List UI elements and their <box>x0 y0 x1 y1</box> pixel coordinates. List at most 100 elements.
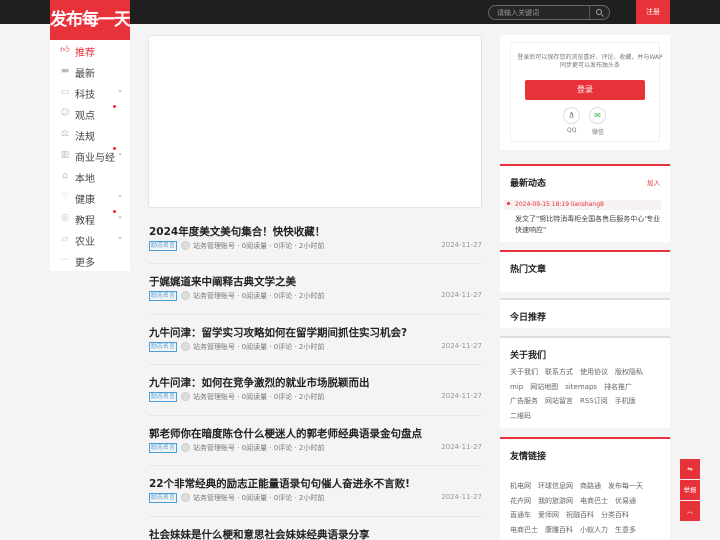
chevron-down-icon[interactable]: ⌄ <box>117 149 123 157</box>
category-sidebar: 👍︎ 推荐 ▬ 最新 ▭ 科技 ⌄ ☺ 观点 ⚖ 法规 ▥ 商业与经 ⌄ ⌂ 本… <box>50 40 130 271</box>
article-tag[interactable]: 励志名言 <box>149 443 178 453</box>
latest-heading: 最新动态 <box>510 179 547 189</box>
sidebar-item-recommend[interactable]: 👍︎ 推荐 <box>50 40 130 60</box>
friend-link[interactable]: 电商巴士 <box>580 494 608 509</box>
qq-label[interactable]: QQ <box>567 127 576 134</box>
friend-link[interactable]: 小蚁人力 <box>580 523 608 538</box>
chevron-down-icon[interactable]: ⌄ <box>117 212 123 220</box>
article-title[interactable]: 郭老师你在暗度陈仓什么梗迷人的郭老师经典语录金句盘点 <box>149 426 422 441</box>
article-item[interactable]: 九牛问津：如何在竞争激烈的就业市场脱颖而出 励志名言 站务管理账号 · 0阅读量… <box>149 375 482 425</box>
about-link[interactable]: 排名推广 <box>604 380 632 395</box>
article-date: 2024-11-27 <box>441 392 482 400</box>
friend-link[interactable]: 发布每一天 <box>608 479 643 494</box>
sidebar-item-more[interactable]: ⋯ 更多 <box>50 250 130 270</box>
friend-link[interactable]: 爱师网 <box>538 508 559 523</box>
search-box[interactable]: 请输入关键词 <box>488 5 610 20</box>
about-links: 关于我们 联系方式 使用协议 版权隐私 mip 网站地图 sitemaps 排名推广广告服务网… <box>510 365 665 423</box>
about-link[interactable]: 手机版 <box>615 394 636 409</box>
article-tag[interactable]: 励志名言 <box>149 241 178 251</box>
article-date: 2024-11-27 <box>441 443 482 451</box>
article-meta: 站务管理账号 · 0阅读量 · 0评论 · 2小时前 <box>193 393 325 401</box>
about-link[interactable]: 版权隐私 <box>615 365 643 380</box>
friend-link[interactable]: 机电网 <box>510 479 531 494</box>
about-link[interactable]: 网站留言 <box>545 394 573 409</box>
sidebar-item-opinion[interactable]: ☺ 观点 <box>50 103 130 123</box>
divider <box>149 516 482 517</box>
article-title[interactable]: 于娓娓道来中阐释古典文学之美 <box>149 274 296 289</box>
divider <box>149 415 482 416</box>
chevron-down-icon[interactable]: ⌄ <box>117 191 123 199</box>
about-link[interactable]: 联系方式 <box>545 365 573 380</box>
about-link[interactable]: 广告服务 <box>510 394 538 409</box>
friend-link[interactable]: 生意多 <box>615 523 636 538</box>
chevron-down-icon[interactable]: ⌄ <box>117 86 123 94</box>
wechat-icon[interactable]: ✉ <box>589 107 606 124</box>
friend-link[interactable]: 直通车 <box>510 508 531 523</box>
sidebar-item-law[interactable]: ⚖ 法规 <box>50 124 130 144</box>
article-meta: 站务管理账号 · 0阅读量 · 0评论 · 2小时前 <box>193 343 325 351</box>
avatar <box>181 443 190 452</box>
login-button[interactable]: 登录 <box>525 80 645 100</box>
article-title[interactable]: 22个非常经典的励志正能量语录句句催人奋进永不言败! <box>149 476 410 491</box>
search-button[interactable] <box>589 6 609 19</box>
about-link[interactable]: 使用协议 <box>580 365 608 380</box>
article-meta: 站务管理账号 · 0阅读量 · 0评论 · 2小时前 <box>193 242 325 250</box>
about-link[interactable]: 网站地图 <box>530 380 558 395</box>
wechat-label[interactable]: 微信 <box>592 127 604 136</box>
article-title[interactable]: 九牛问津：留学实习攻略如何在留学期间抓住实习机会? <box>149 325 407 340</box>
sidebar-item-tutorial[interactable]: ◎ 教程 ⌄ <box>50 208 130 228</box>
article-item[interactable]: 九牛问津：留学实习攻略如何在留学期间抓住实习机会? 励志名言 站务管理账号 · … <box>149 325 482 375</box>
article-item[interactable]: 于娓娓道来中阐释古典文学之美 励志名言 站务管理账号 · 0阅读量 · 0评论 … <box>149 274 482 324</box>
article-date: 2024-11-27 <box>441 493 482 501</box>
about-link[interactable]: 二维码 <box>510 409 531 424</box>
about-link[interactable]: sitemaps <box>565 380 597 395</box>
article-item[interactable]: 2024年度美文美句集合！快快收藏！ 励志名言 站务管理账号 · 0阅读量 · … <box>149 224 482 274</box>
friend-link[interactable]: 环球信息网 <box>538 479 573 494</box>
friend-link[interactable]: 我的旅游网 <box>538 494 573 509</box>
friend-link[interactable]: 电商巴士 <box>510 523 538 538</box>
article-tag[interactable]: 励志名言 <box>149 342 178 352</box>
article-date: 2024-11-27 <box>441 342 482 350</box>
about-link[interactable]: RSS订阅 <box>580 394 608 409</box>
friend-link[interactable]: 优易通 <box>615 494 636 509</box>
heart-icon: ♡ <box>60 192 70 202</box>
article-date: 2024-11-27 <box>441 241 482 249</box>
back-to-top-button[interactable]: ︿ <box>680 501 700 521</box>
sidebar-item-tech[interactable]: ▭ 科技 ⌄ <box>50 82 130 102</box>
friend-link[interactable]: 祝融百科 <box>566 508 594 523</box>
sidebar-item-local[interactable]: ⌂ 本地 <box>50 166 130 186</box>
article-title[interactable]: 2024年度美文美句集合！快快收藏！ <box>149 224 325 239</box>
article-title[interactable]: 九牛问津：如何在竞争激烈的就业市场脱颖而出 <box>149 375 370 390</box>
share-button[interactable]: ⇋ <box>680 459 700 479</box>
article-item[interactable]: 郭老师你在暗度陈仓什么梗迷人的郭老师经典语录金句盘点 励志名言 站务管理账号 ·… <box>149 426 482 476</box>
friend-link[interactable]: 分类百科 <box>601 508 629 523</box>
site-logo[interactable]: 发布每一天 <box>50 0 130 40</box>
about-link[interactable]: 关于我们 <box>510 365 538 380</box>
article-tag[interactable]: 励志名言 <box>149 392 178 402</box>
friend-link[interactable]: 花卉网 <box>510 494 531 509</box>
article-tag[interactable]: 励志名言 <box>149 291 178 301</box>
join-link[interactable]: 加入 <box>647 177 660 187</box>
qq-icon[interactable]: 🐧︎ <box>563 107 580 124</box>
search-input[interactable]: 请输入关键词 <box>497 8 539 18</box>
sidebar-item-agriculture[interactable]: ▱ 农业 ⌄ <box>50 229 130 249</box>
today-heading: 今日推荐 <box>510 313 547 323</box>
about-link[interactable]: mip <box>510 380 523 395</box>
article-title[interactable]: 社会妹妹是什么梗和意思社会妹妹经典语录分享 <box>149 527 370 540</box>
leaf-icon: ▱ <box>61 234 69 244</box>
report-button[interactable]: 举报 <box>680 480 700 500</box>
chevron-down-icon[interactable]: ⌄ <box>117 233 123 241</box>
friend-link[interactable]: 商路通 <box>580 479 601 494</box>
article-tag[interactable]: 励志名言 <box>149 493 178 503</box>
friend-link[interactable]: 康雕百科 <box>545 523 573 538</box>
login-panel: 登录后可以保存您的浏览喜好、评论、收藏，并与WAP同步更可以发布独头条 登录 🐧… <box>500 35 670 150</box>
divider <box>149 263 482 264</box>
new-dot <box>113 210 116 213</box>
sidebar-item-health[interactable]: ♡ 健康 ⌄ <box>50 187 130 207</box>
article-item[interactable]: 社会妹妹是什么梗和意思社会妹妹经典语录分享 <box>149 527 482 540</box>
register-button[interactable]: 注册 <box>636 0 670 24</box>
article-item[interactable]: 22个非常经典的励志正能量语录句句催人奋进永不言败! 励志名言 站务管理账号 ·… <box>149 476 482 526</box>
sidebar-item-latest[interactable]: ▬ 最新 <box>50 61 130 81</box>
sidebar-item-business[interactable]: ▥ 商业与经 ⌄ <box>50 145 130 165</box>
news-link[interactable]: 发文了"努比特消毒柜全国各售后服务中心'专业快速响应" <box>515 214 665 236</box>
